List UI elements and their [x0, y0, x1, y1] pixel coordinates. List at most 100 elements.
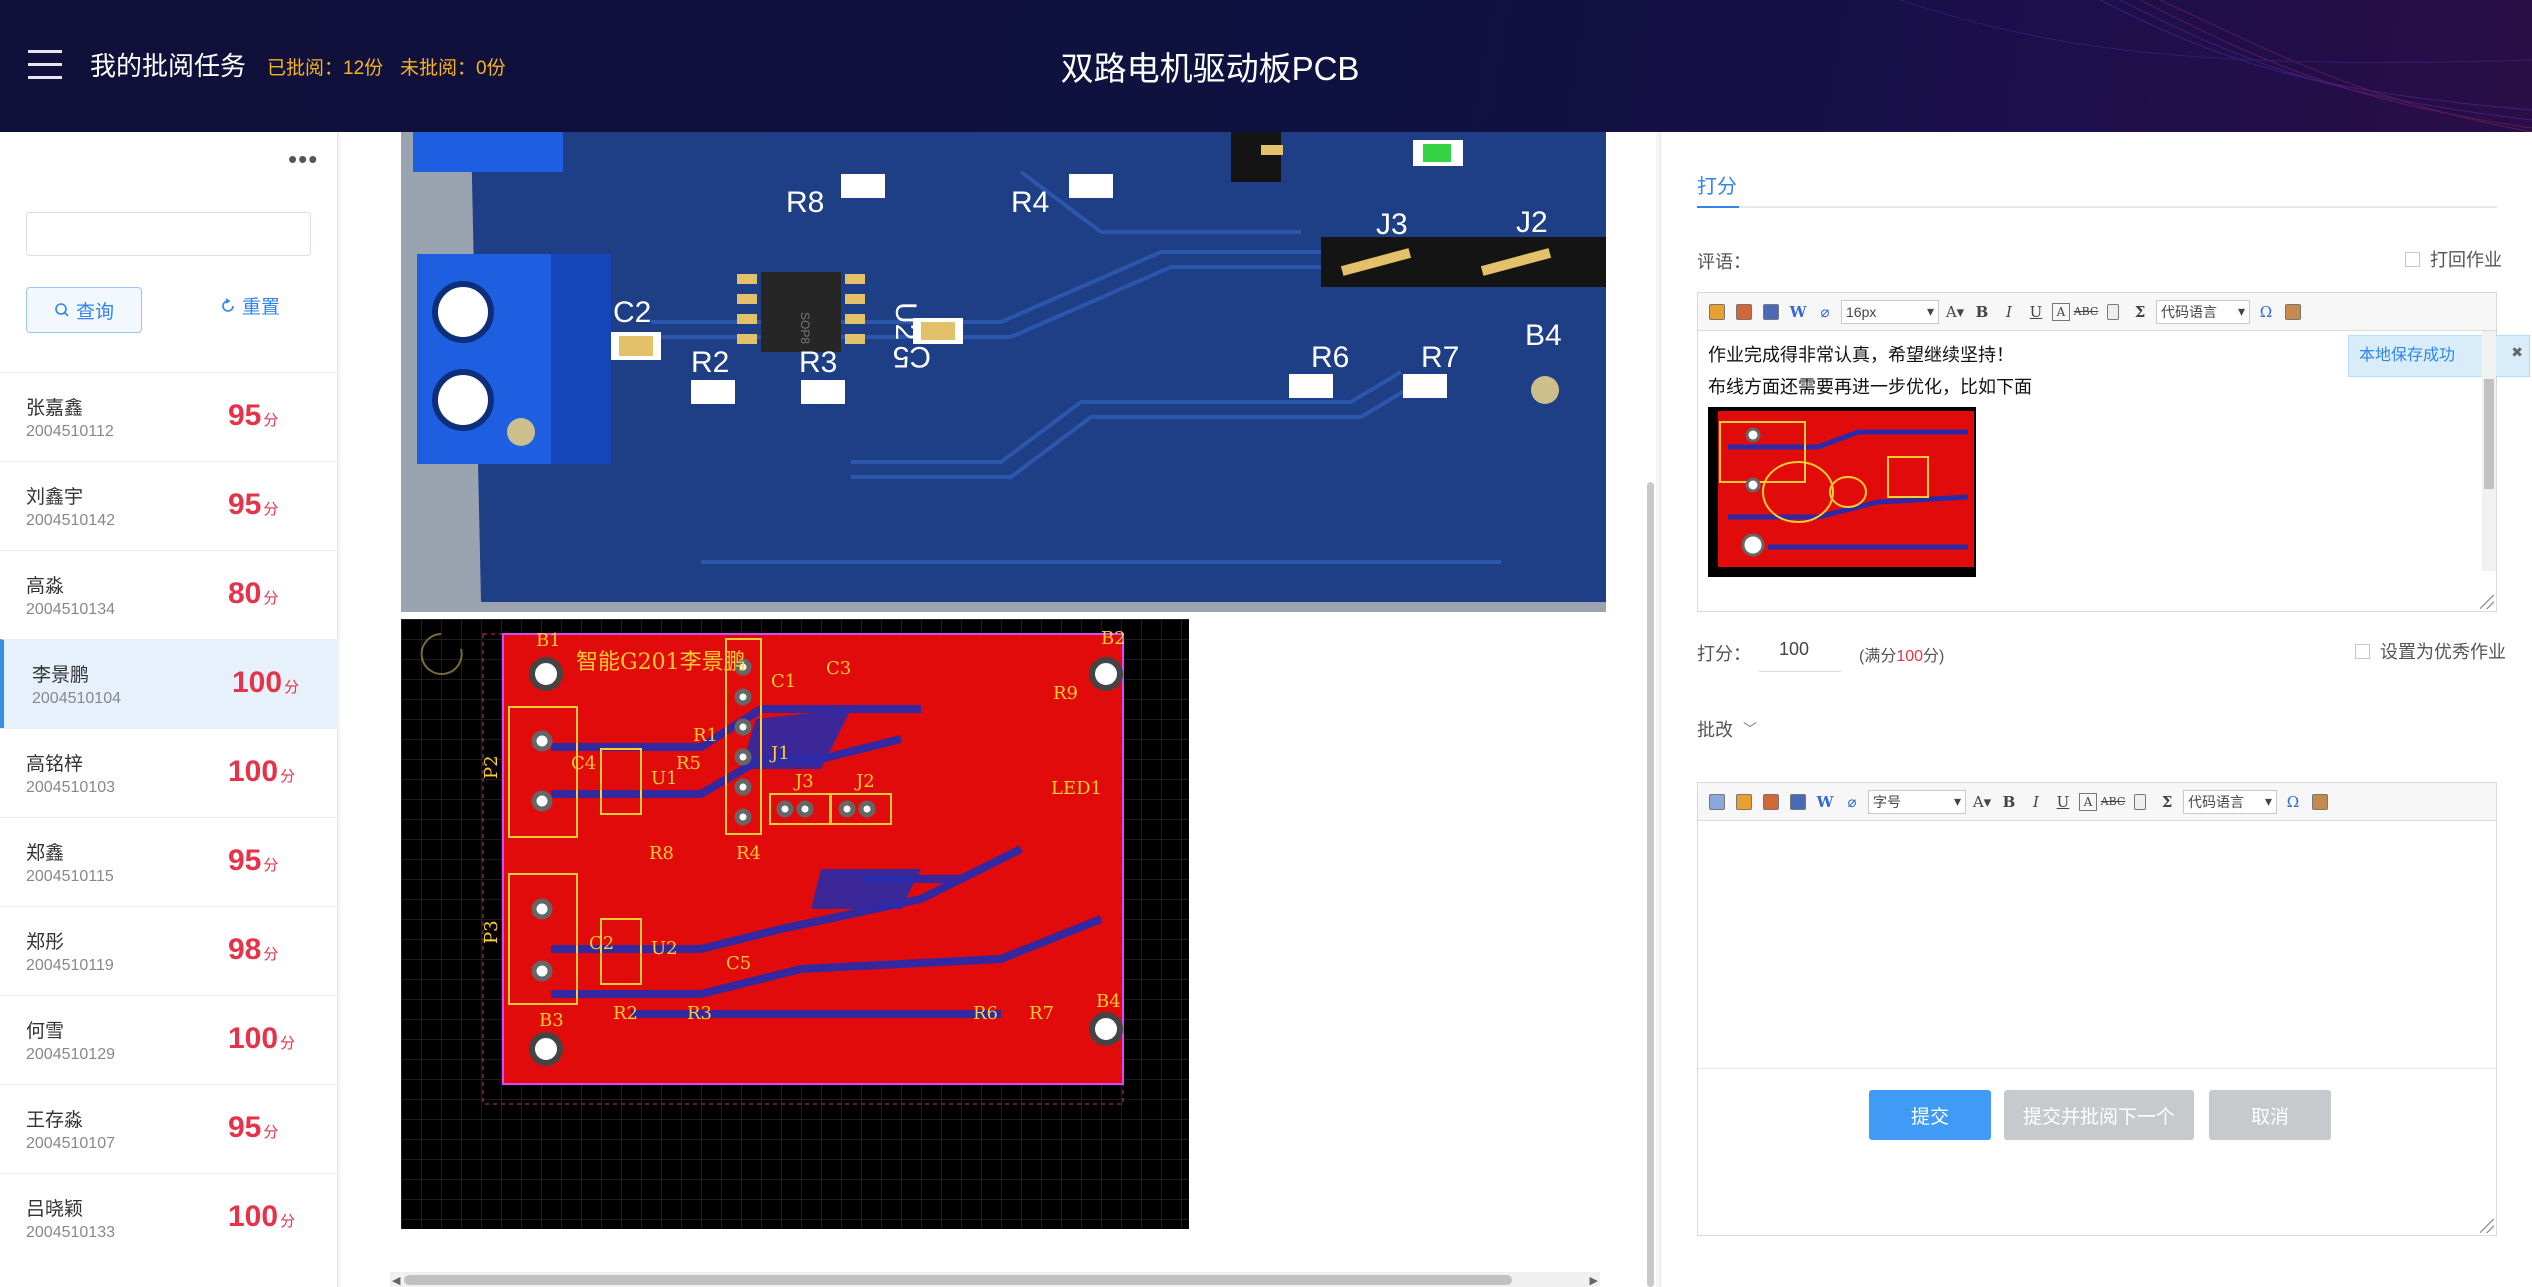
reset-button[interactable]: 重置: [220, 292, 280, 319]
tab-score[interactable]: 打分: [1697, 170, 1737, 199]
annotation-editor[interactable]: W ⌀ 字号 ▾ A▾ B I U A ABC Σ 代码语言 ▾ Ω: [1697, 782, 2497, 1236]
strikethrough-icon[interactable]: ABC: [2074, 301, 2099, 323]
submit-next-button[interactable]: 提交并批阅下一个: [2004, 1090, 2194, 1140]
return-homework-checkbox[interactable]: 打回作业: [2405, 246, 2502, 272]
student-id: 2004510115: [26, 868, 114, 885]
annotation-content[interactable]: [1698, 821, 2496, 1069]
comment-screenshot-thumbnail: [1708, 407, 1976, 577]
student-item[interactable]: 张嘉鑫 2004510112 95 分: [0, 372, 338, 461]
pcb2d-label: R9: [1053, 683, 1078, 704]
pcb2d-label: P2: [481, 755, 502, 779]
pcb2d-label: R2: [613, 1003, 638, 1024]
save-toast: 本地保存成功 ✖: [2348, 335, 2530, 377]
pcb2d-label: R6: [973, 1003, 998, 1024]
annotate-dropdown[interactable]: 批改 ﹀: [1697, 716, 1757, 742]
student-item[interactable]: 刘鑫宇 2004510142 95 分: [0, 461, 338, 550]
image-icon[interactable]: [1706, 301, 1728, 323]
resize-handle-icon[interactable]: [2480, 1219, 2494, 1233]
italic-icon[interactable]: I: [2025, 791, 2047, 813]
pcb2d-label: C5: [726, 953, 751, 974]
query-label: 查询: [75, 301, 114, 323]
student-item[interactable]: 郑彤 2004510119 98 分: [0, 906, 338, 995]
more-options-icon[interactable]: •••: [288, 146, 318, 172]
highlight-icon[interactable]: A: [2079, 792, 2097, 811]
return-homework-label: 打回作业: [2430, 250, 2502, 270]
attachment-icon[interactable]: ⌀: [1841, 791, 1863, 813]
editor-scrollbar[interactable]: [2482, 331, 2496, 571]
word-icon[interactable]: W: [1787, 301, 1809, 323]
search-icon: [55, 303, 69, 317]
pcb2d-label: U1: [651, 768, 678, 789]
comment-content[interactable]: 作业完成得非常认真，希望继续坚持！ 布线方面还需要再进一步优化，比如下面 本地保…: [1698, 331, 2530, 585]
horizontal-scrollbar[interactable]: ◀ ▶: [390, 1272, 1600, 1287]
save-icon[interactable]: [1760, 301, 1782, 323]
scroll-left-icon[interactable]: ◀: [392, 1274, 400, 1287]
scroll-right-icon[interactable]: ▶: [1590, 1274, 1598, 1287]
highlight-icon[interactable]: A: [2052, 302, 2070, 321]
font-color-icon[interactable]: A▾: [1971, 791, 1993, 813]
code-language-select[interactable]: 代码语言 ▾: [2156, 299, 2250, 324]
excellent-homework-checkbox[interactable]: 设置为优秀作业: [2355, 638, 2506, 664]
student-item[interactable]: 高淼 2004510134 80 分: [0, 550, 338, 639]
pcb2d-label: U2: [651, 938, 678, 959]
italic-icon[interactable]: I: [1998, 301, 2020, 323]
formula-icon[interactable]: Σ: [2129, 301, 2151, 323]
document-icon[interactable]: [2102, 301, 2124, 323]
student-item[interactable]: 何雪 2004510129 100 分: [0, 995, 338, 1084]
image-icon[interactable]: [1706, 791, 1728, 813]
insert-image-icon[interactable]: [1733, 791, 1755, 813]
font-color-icon[interactable]: A▾: [1944, 301, 1966, 323]
font-size-select[interactable]: 16px ▾: [1841, 299, 1939, 324]
comment-editor[interactable]: W ⌀ 16px ▾ A▾ B I U A ABC Σ 代码语言 ▾ Ω 作业完成得…: [1697, 292, 2530, 612]
student-item[interactable]: 高铭梓 2004510103 100 分: [0, 728, 338, 817]
save-icon[interactable]: [1787, 791, 1809, 813]
strikethrough-icon[interactable]: ABC: [2101, 791, 2126, 813]
formula-icon[interactable]: Σ: [2156, 791, 2178, 813]
submit-button[interactable]: 提交: [1869, 1090, 1991, 1140]
vertical-scrollbar[interactable]: [1647, 482, 1654, 1287]
pcb2d-label: B4: [1096, 991, 1121, 1012]
query-button[interactable]: 查询: [26, 287, 142, 333]
close-icon[interactable]: ✖: [2511, 336, 2523, 368]
student-name: 郑鑫: [26, 843, 65, 864]
font-size-select[interactable]: 字号 ▾: [1868, 789, 1966, 814]
underline-icon[interactable]: U: [2052, 791, 2074, 813]
pcb3d-label: R7: [1421, 341, 1459, 374]
student-item[interactable]: 吕晓颖 2004510133 100 分: [0, 1173, 338, 1262]
paste-icon[interactable]: [2309, 791, 2331, 813]
student-name: 李景鹏: [32, 665, 90, 686]
scroll-thumb[interactable]: [404, 1275, 1512, 1285]
bold-icon[interactable]: B: [1998, 791, 2020, 813]
student-score: 80 分: [228, 577, 279, 610]
special-char-icon[interactable]: Ω: [2255, 301, 2277, 323]
special-char-icon[interactable]: Ω: [2282, 791, 2304, 813]
paste-icon[interactable]: [2282, 301, 2304, 323]
resize-handle-icon[interactable]: [2480, 595, 2494, 609]
submission-viewer: SOP8 R8 R4 J3 J2 C2 U2 C5 R2 R3 R6 R7 B4…: [340, 132, 1656, 1287]
bold-icon[interactable]: B: [1971, 301, 1993, 323]
code-language-select[interactable]: 代码语言 ▾: [2183, 789, 2277, 814]
pcb2d-label: C3: [826, 658, 851, 679]
student-sidebar: ••• 查询 重置 张嘉鑫 2004510112 95 分 刘鑫宇 2004510142…: [0, 132, 338, 1287]
pcb2d-label: J2: [854, 771, 875, 792]
underline-icon[interactable]: U: [2025, 301, 2047, 323]
insert-image-icon[interactable]: [1733, 301, 1755, 323]
pcb3d-label: R8: [786, 186, 824, 219]
word-icon[interactable]: W: [1814, 791, 1836, 813]
student-score: 95 分: [228, 1111, 279, 1144]
search-input[interactable]: [26, 212, 311, 256]
cancel-button[interactable]: 取消: [2209, 1090, 2331, 1140]
pcb2d-label: C4: [571, 753, 596, 774]
document-icon[interactable]: [2129, 791, 2151, 813]
document-title: 双路电机驱动板PCB: [1060, 50, 1360, 87]
student-item-selected[interactable]: 李景鹏 2004510104 100 分: [0, 639, 338, 728]
attachment-icon[interactable]: ⌀: [1814, 301, 1836, 323]
student-item[interactable]: 郑鑫 2004510115 95 分: [0, 817, 338, 906]
upload-image-icon[interactable]: [1760, 791, 1782, 813]
excellent-homework-label: 设置为优秀作业: [2380, 642, 2506, 662]
score-input[interactable]: 100: [1759, 628, 1841, 672]
student-id: 2004510119: [26, 957, 114, 974]
student-id: 2004510107: [26, 1135, 115, 1152]
student-item[interactable]: 王存淼 2004510107 95 分: [0, 1084, 338, 1173]
score-label: 打分：: [1697, 644, 1751, 664]
